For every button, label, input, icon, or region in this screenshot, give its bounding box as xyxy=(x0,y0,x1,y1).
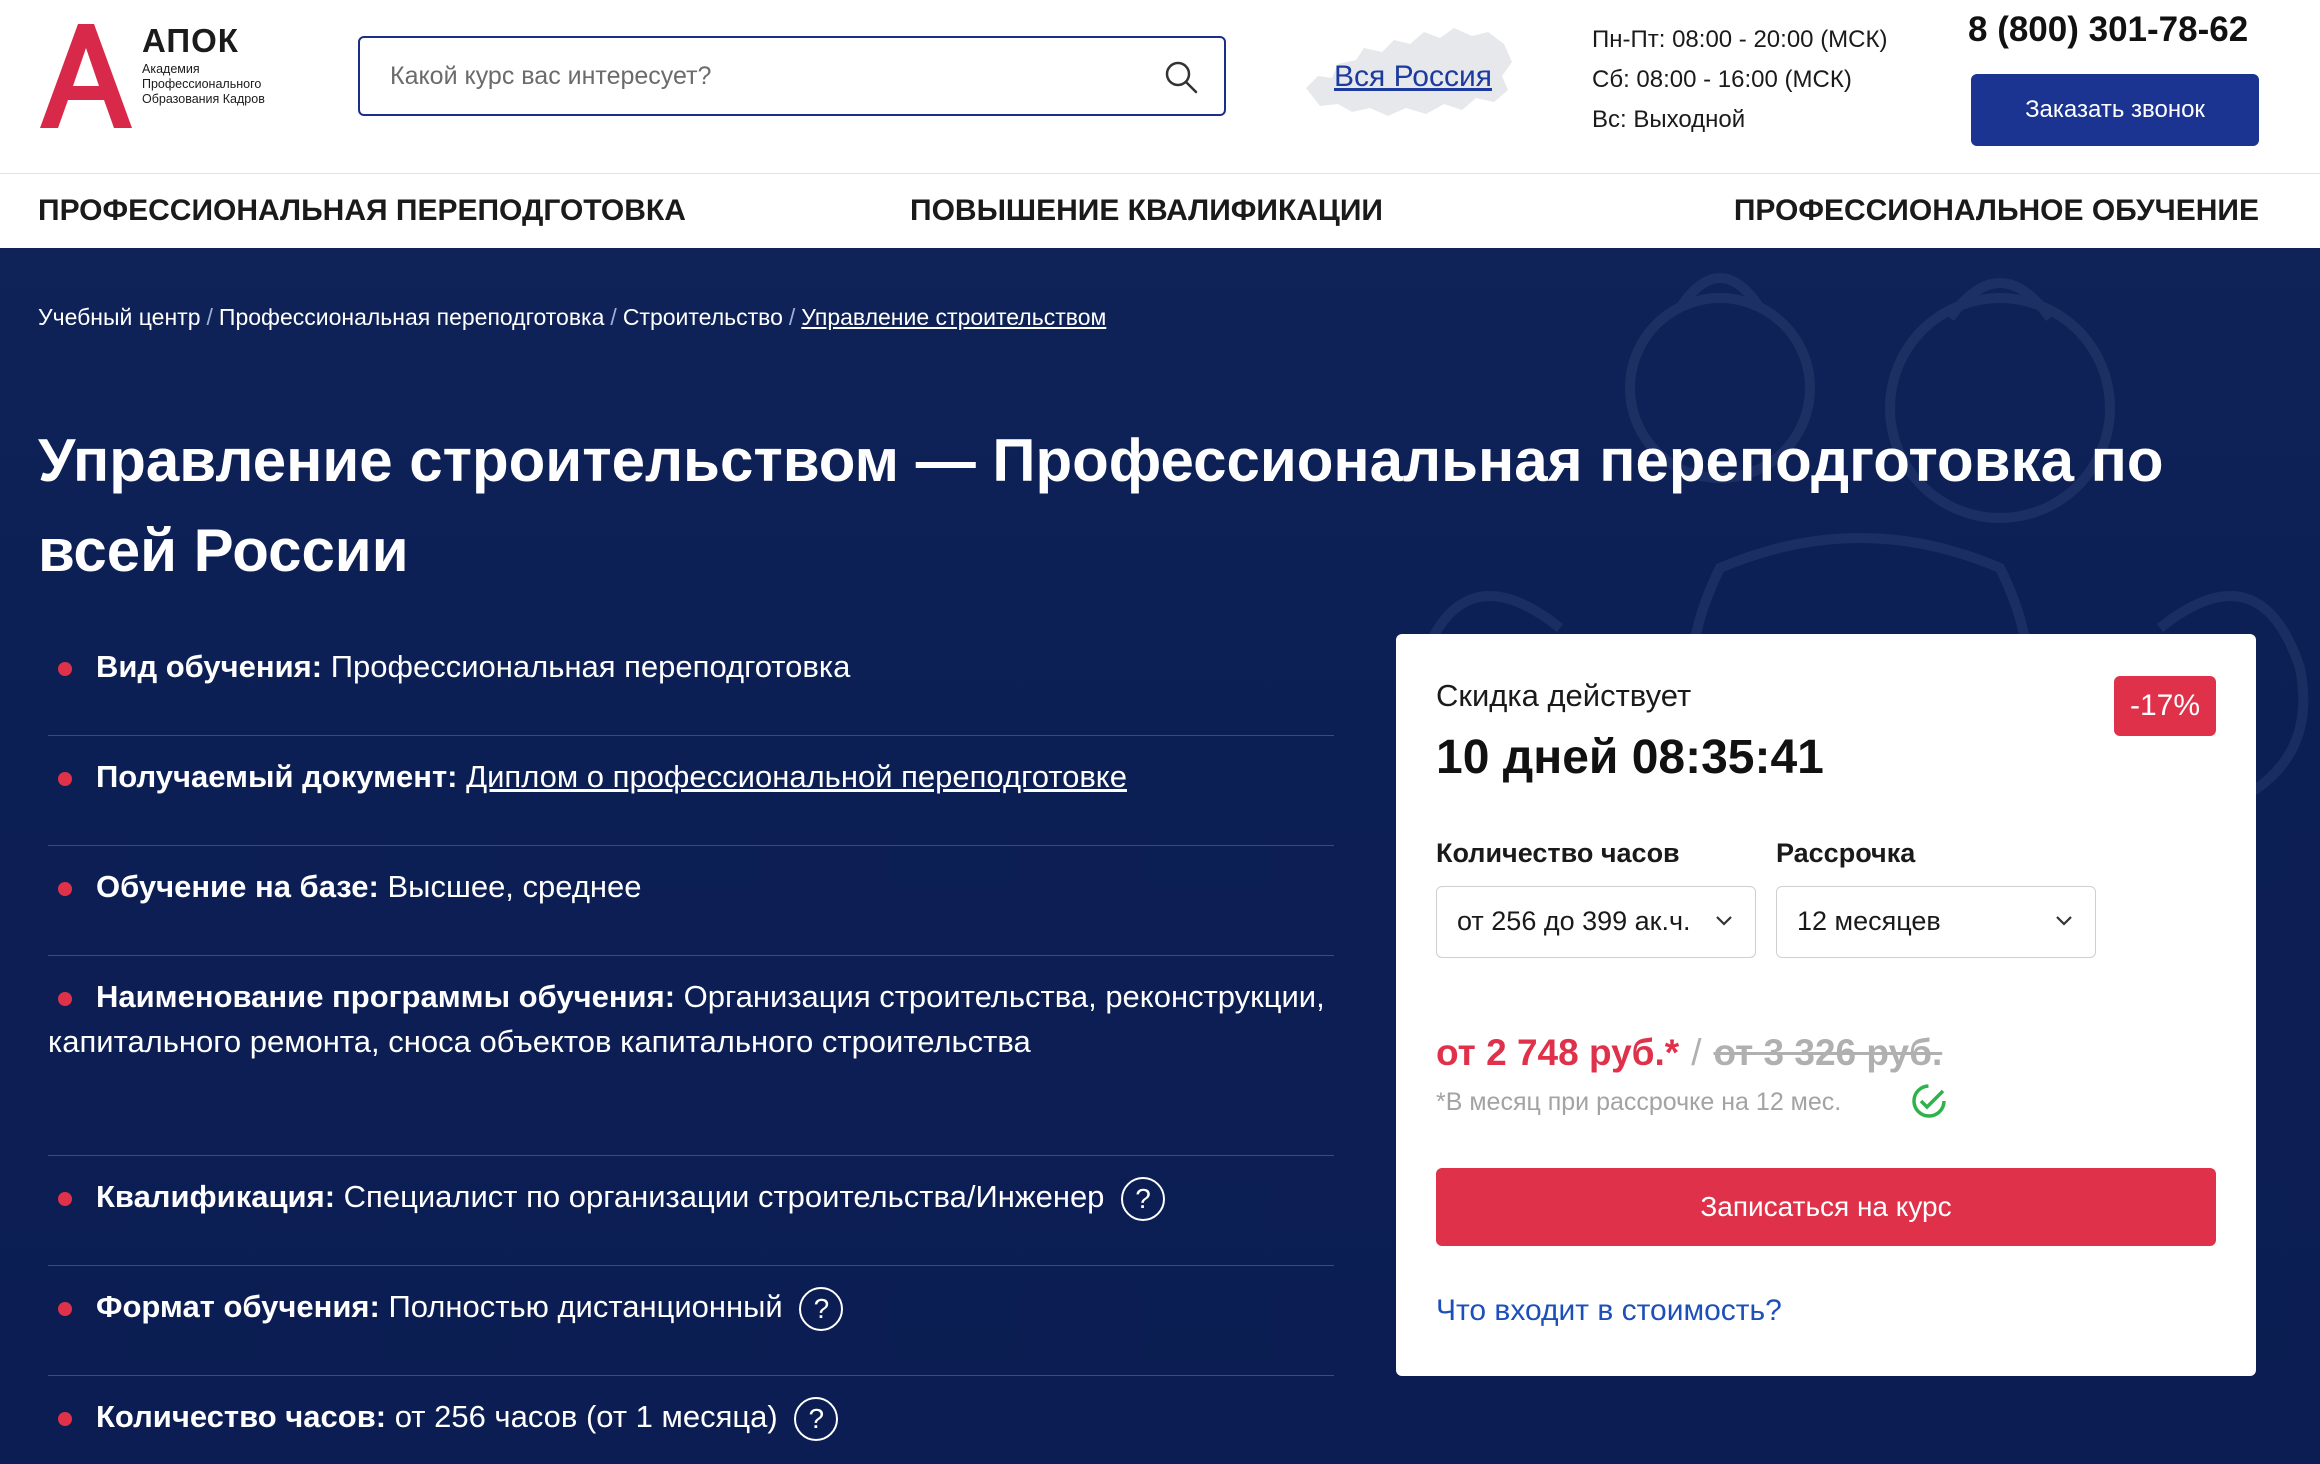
hero-section: Учебный центр / Профессиональная переподго… xyxy=(0,248,2320,1464)
prop-label: Квалификация: xyxy=(96,1179,336,1214)
discount-badge: -17% xyxy=(2114,676,2216,736)
installment-select-label: Рассрочка xyxy=(1776,838,1916,868)
prop-training-type: Вид обучения: Профессиональная переподго… xyxy=(48,626,1334,736)
help-icon[interactable]: ? xyxy=(1121,1176,1166,1221)
working-hours: Пн-Пт: 08:00 - 20:00 (МСК) Сб: 08:00 - 1… xyxy=(1592,20,1887,140)
bullet-dot xyxy=(58,882,72,896)
prop-document: Получаемый документ: Диплом о профессион… xyxy=(48,736,1334,846)
bullet-dot xyxy=(58,772,72,786)
page-title: Управление строительством — Профессионал… xyxy=(38,427,2164,584)
prop-qualification: Квалификация: Специалист по организации … xyxy=(48,1156,1334,1266)
prop-value: Специалист по организации строительства/… xyxy=(343,1179,1105,1214)
prop-value: от 256 часов (от 1 месяца) xyxy=(394,1399,778,1434)
logo-a-icon xyxy=(40,24,132,128)
installment-note: *В месяц при рассрочке на 12 мес. xyxy=(1436,1088,1842,1116)
bullet-dot xyxy=(58,992,72,1006)
prop-label: Наименование программы обучения: xyxy=(96,979,676,1014)
price-separator: / xyxy=(1691,1032,1702,1073)
bullet-dot xyxy=(58,1302,72,1316)
bullet-dot xyxy=(58,662,72,676)
prop-value: Высшее, среднее xyxy=(387,869,642,904)
chevron-down-icon xyxy=(1716,916,1732,926)
discount-timer: 10 дней 08:35:41 xyxy=(1436,731,1824,784)
diploma-link[interactable]: Диплом о профессиональной переподготовке xyxy=(466,759,1127,794)
prop-education-base: Обучение на базе: Высшее, среднее xyxy=(48,846,1334,956)
hours-sunday: Вс: Выходной xyxy=(1592,106,1746,133)
nav-item-retraining[interactable]: ПРОФЕССИОНАЛЬНАЯ ПЕРЕПОДГОТОВКА xyxy=(38,194,686,228)
sber-check-icon xyxy=(1912,1084,1946,1118)
prop-format: Формат обучения: Полностью дистанционный… xyxy=(48,1266,1334,1376)
enroll-button[interactable]: Записаться на курс xyxy=(1436,1168,2216,1246)
hours-weekdays: Пн-Пт: 08:00 - 20:00 (МСК) xyxy=(1592,26,1888,53)
installment-select-value: 12 месяцев xyxy=(1797,906,1941,936)
installment-select[interactable]: 12 месяцев xyxy=(1776,886,2096,958)
price-new: от 2 748 руб.* xyxy=(1436,1032,1680,1073)
region-link[interactable]: Вся Россия xyxy=(1334,60,1492,94)
prop-program-name: Наименование программы обучения: Организ… xyxy=(48,956,1334,1156)
breadcrumb-item-retraining[interactable]: Профессиональная переподготовка xyxy=(219,304,605,330)
price-row: от 2 748 руб.* / от 3 326 руб. xyxy=(1436,1032,1942,1074)
logo-subtitle: Академия Профессионального Образования К… xyxy=(142,62,265,106)
search-box xyxy=(358,36,1226,116)
logo[interactable]: АПОК Академия Профессионального Образова… xyxy=(38,22,298,134)
breadcrumb: Учебный центр / Профессиональная переподго… xyxy=(38,304,1107,330)
search-icon[interactable] xyxy=(1164,60,1198,94)
prop-value: Профессиональная переподготовка xyxy=(330,649,851,684)
help-icon[interactable]: ? xyxy=(794,1396,839,1441)
breadcrumb-item-current[interactable]: Управление строительством xyxy=(801,304,1106,330)
main-nav: ПРОФЕССИОНАЛЬНАЯ ПЕРЕПОДГОТОВКА ПОВЫШЕНИ… xyxy=(0,173,2320,248)
search-input[interactable] xyxy=(360,38,1160,114)
logo-name: АПОК xyxy=(142,22,239,59)
nav-item-qualification[interactable]: ПОВЫШЕНИЕ КВАЛИФИКАЦИИ xyxy=(910,194,1383,228)
hours-select-value: от 256 до 399 ак.ч. xyxy=(1457,906,1691,936)
cost-details-link[interactable]: Что входит в стоимость? xyxy=(1436,1294,1782,1328)
prop-label: Количество часов: xyxy=(96,1399,387,1434)
hours-select-label: Количество часов xyxy=(1436,838,1680,868)
nav-item-training[interactable]: ПРОФЕССИОНАЛЬНОЕ ОБУЧЕНИЕ xyxy=(1734,194,2259,228)
help-icon[interactable]: ? xyxy=(799,1286,844,1331)
hours-select[interactable]: от 256 до 399 ак.ч. xyxy=(1436,886,1756,958)
prop-label: Обучение на базе: xyxy=(96,869,379,904)
phone-number[interactable]: 8 (800) 301-78-62 xyxy=(1968,10,2248,50)
price-old: от 3 326 руб. xyxy=(1713,1032,1943,1073)
course-properties: Вид обучения: Профессиональная переподго… xyxy=(48,626,1334,1464)
price-card: Скидка действует 10 дней 08:35:41 -17% К… xyxy=(1396,634,2256,1376)
breadcrumb-item-construction[interactable]: Строительство xyxy=(623,304,783,330)
chevron-down-icon xyxy=(2056,916,2072,926)
region-selector[interactable]: Вся Россия xyxy=(1298,16,1518,126)
prop-label: Вид обучения: xyxy=(96,649,323,684)
discount-label: Скидка действует xyxy=(1436,678,1692,713)
prop-hours: Количество часов: от 256 часов (от 1 мес… xyxy=(48,1376,1334,1464)
callback-button[interactable]: Заказать звонок xyxy=(1971,74,2259,146)
bullet-dot xyxy=(58,1192,72,1206)
bullet-dot xyxy=(58,1412,72,1426)
site-header: АПОК Академия Профессионального Образова… xyxy=(0,0,2320,173)
prop-label: Получаемый документ: xyxy=(96,759,458,794)
breadcrumb-item-home[interactable]: Учебный центр xyxy=(38,304,201,330)
prop-value: Полностью дистанционный xyxy=(388,1289,783,1324)
prop-label: Формат обучения: xyxy=(96,1289,380,1324)
hours-saturday: Сб: 08:00 - 16:00 (МСК) xyxy=(1592,66,1852,93)
